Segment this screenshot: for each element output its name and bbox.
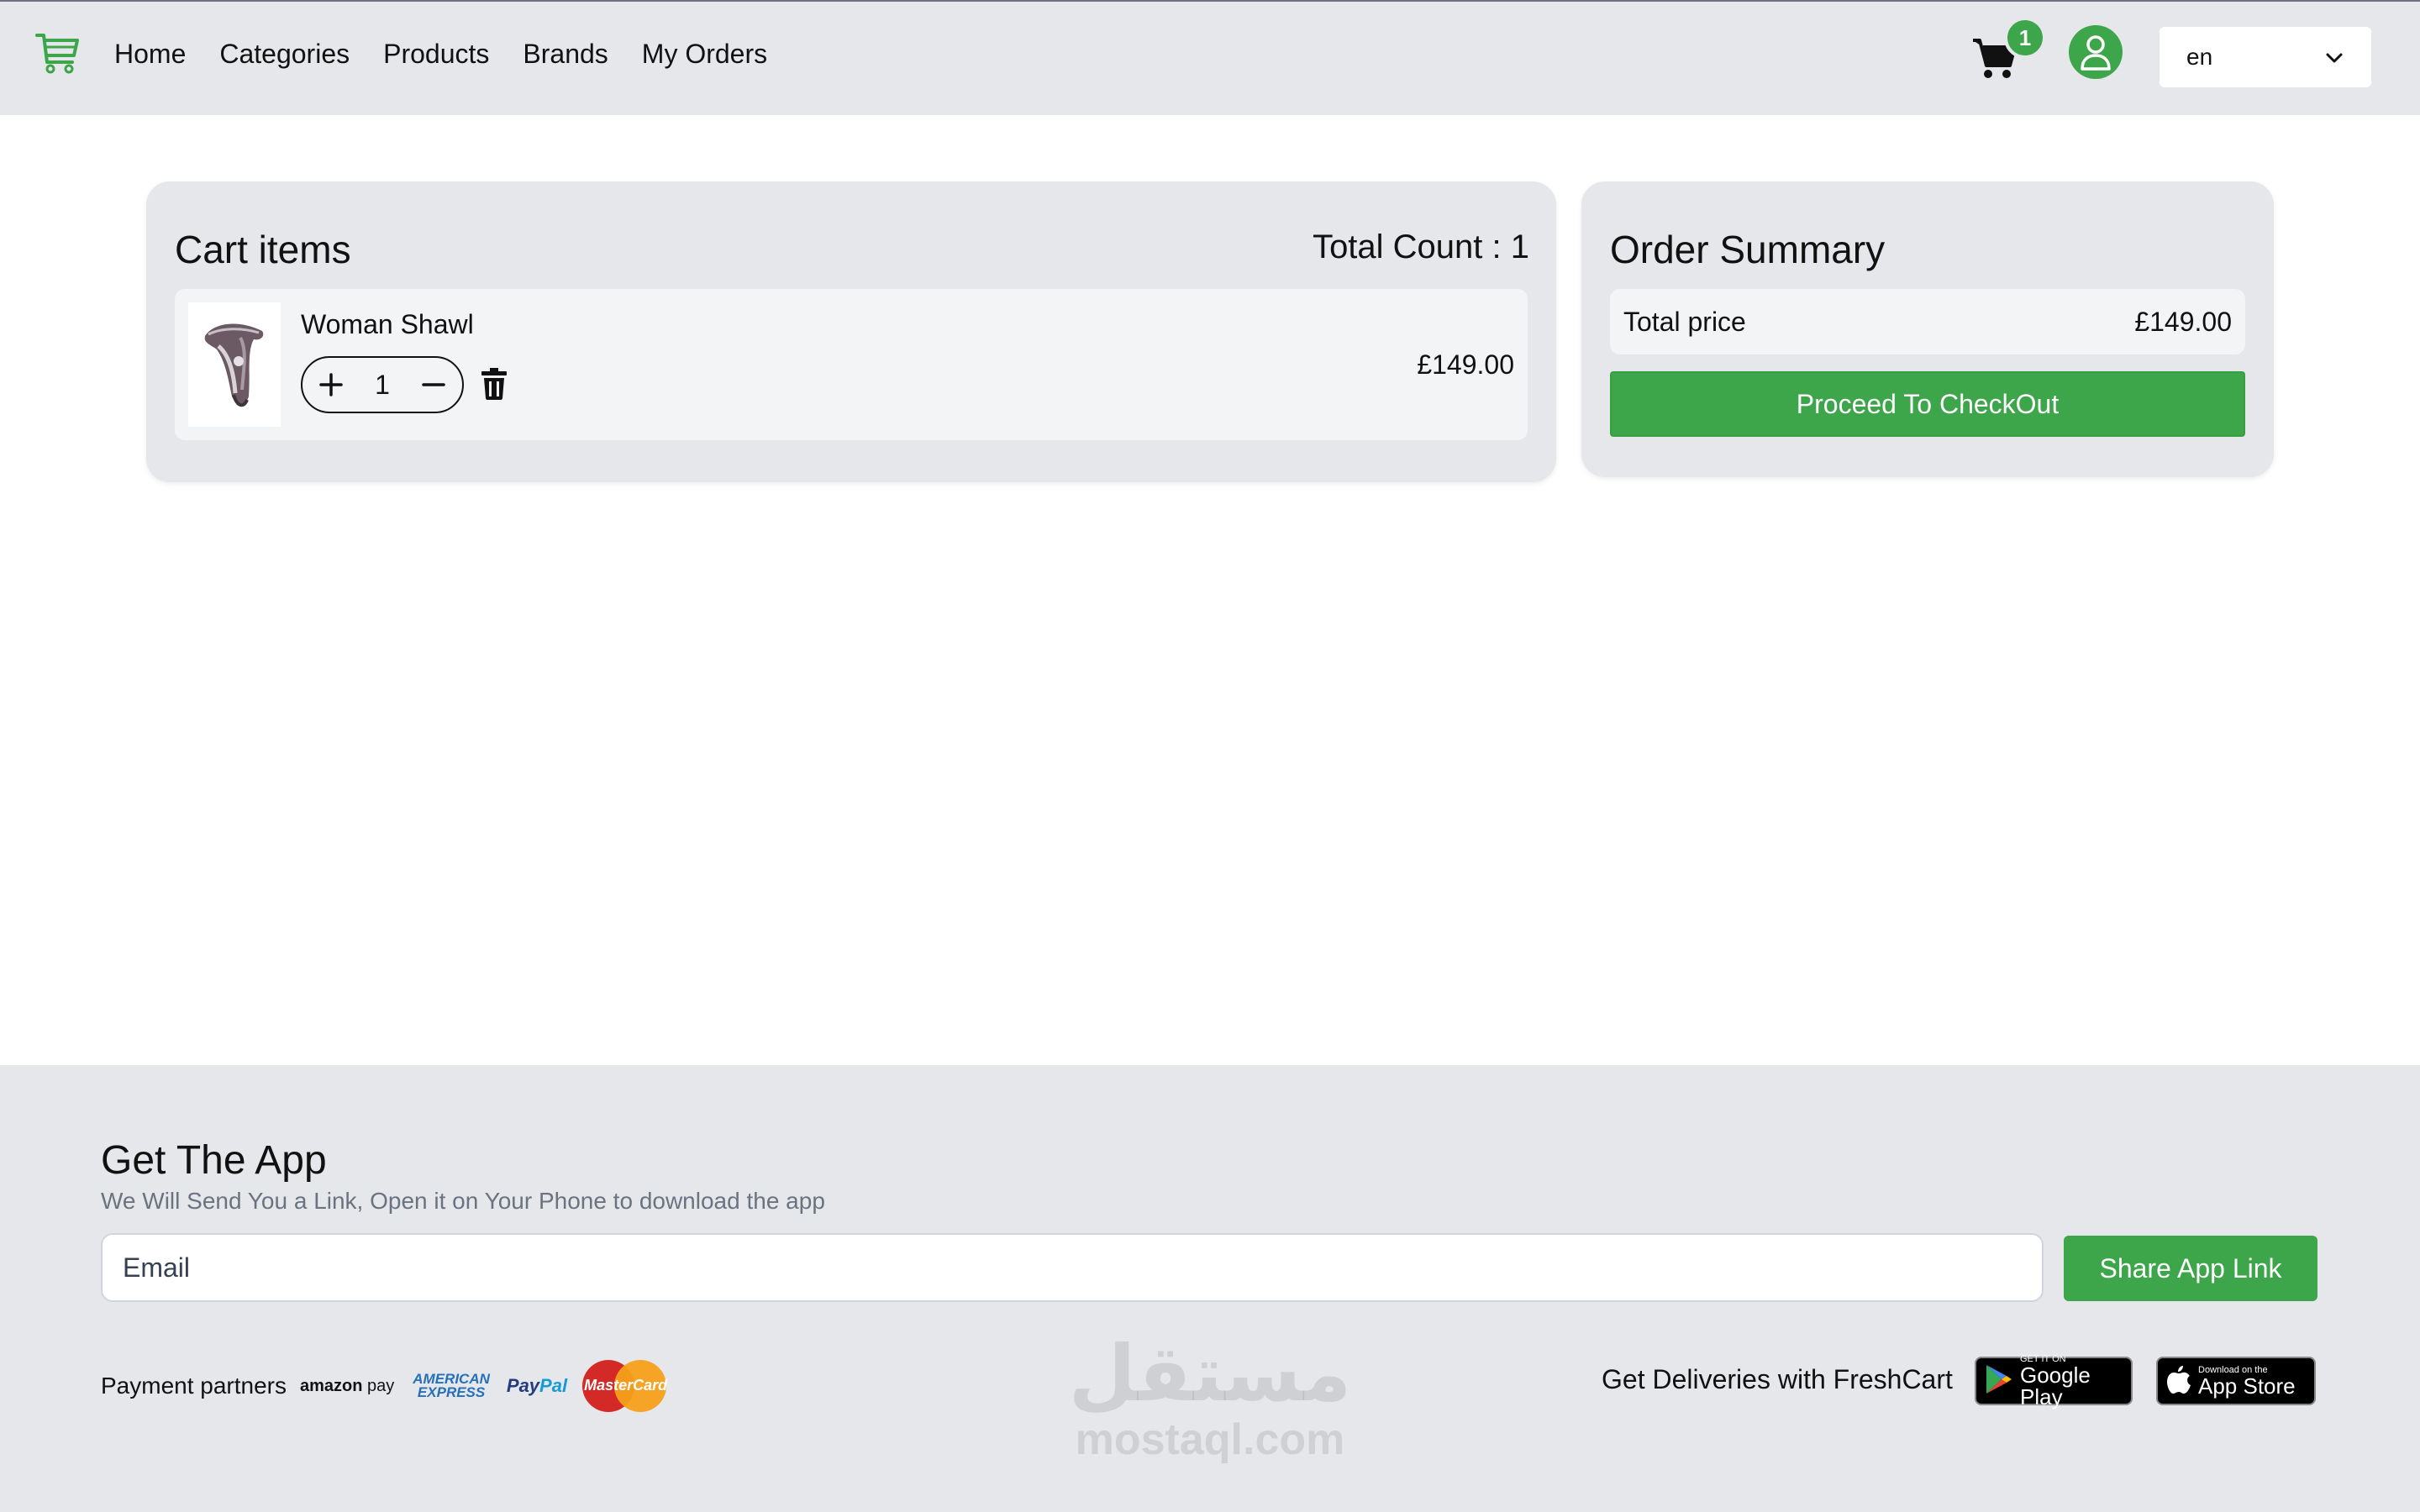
nav-links: Home Categories Products Brands My Order… [114,39,767,70]
nav-products[interactable]: Products [383,39,489,70]
product-image[interactable] [188,302,281,427]
google-play-big: Google Play [2020,1362,2091,1410]
amex-line-2: EXPRESS [417,1384,486,1400]
cart-title: Cart items [175,228,351,271]
email-field[interactable] [101,1233,2044,1302]
american-express-logo: AMERICAN EXPRESS [413,1372,490,1400]
cart-panel: Cart items Total Count : 1 Woman Shawl 1 [146,181,1556,482]
footer-subtitle: We Will Send You a Link, Open it on Your… [101,1188,825,1214]
total-price-value: £149.00 [2134,306,2232,337]
google-play-icon [1985,1363,2013,1399]
order-summary-panel: Order Summary Total price £149.00 Procee… [1581,181,2274,477]
share-app-link-button[interactable]: Share App Link [2064,1236,2317,1301]
mastercard-logo: MasterCard [582,1360,668,1412]
watermark-glyph: مستقل [1068,1331,1352,1417]
amazon-pay-logo-text: amazon [300,1376,363,1395]
navbar: Home Categories Products Brands My Order… [0,0,2420,115]
plus-icon[interactable] [314,368,348,402]
nav-categories[interactable]: Categories [219,39,350,70]
user-icon[interactable] [2069,25,2123,79]
quantity-stepper: 1 [301,356,464,413]
google-play-badge[interactable]: GET IT ON Google Play [1975,1354,2133,1410]
minus-icon[interactable] [417,368,450,402]
total-price-label: Total price [1623,306,1746,337]
language-select[interactable]: en [2160,27,2371,87]
product-name: Woman Shawl [301,309,474,339]
app-store-badge[interactable]: Download on the App Store [2156,1357,2316,1405]
payment-partners-label: Payment partners [101,1373,287,1399]
summary-title: Order Summary [1610,228,1886,271]
nav-home[interactable]: Home [114,39,186,70]
nav-my-orders[interactable]: My Orders [642,39,767,70]
paypal-logo: PayPal [507,1375,567,1397]
amazon-pay-logo-pay: pay [367,1376,395,1395]
trash-icon[interactable] [481,368,508,400]
cart-logo-icon[interactable] [34,30,81,77]
paypal-logo-pal: Pal [539,1375,568,1396]
cart-total-count: Total Count : 1 [1313,228,1529,265]
footer-title: Get The App [101,1138,327,1183]
app-store-big: App Store [2198,1373,2296,1399]
mastercard-logo-text: MasterCard [584,1377,668,1394]
cart-count-badge: 1 [2004,17,2046,59]
language-value: en [2186,44,2213,70]
amazon-pay-logo: amazon pay [300,1377,394,1396]
watermark: مستقل mostaql.com [1062,1334,1358,1485]
apple-icon [2166,1364,2191,1399]
watermark-url: mostaql.com [1075,1415,1345,1464]
total-price-row: Total price £149.00 [1610,289,2245,354]
chevron-down-icon [2324,47,2344,74]
product-price: £149.00 [1417,349,1514,380]
nav-brands[interactable]: Brands [523,39,608,70]
payment-partners: Payment partners amazon pay AMERICAN EXP… [101,1360,668,1412]
paypal-logo-pay: Pay [506,1375,540,1396]
cart-item: Woman Shawl 1 £149.00 [175,289,1528,440]
checkout-button[interactable]: Proceed To CheckOut [1610,371,2245,437]
quantity-value: 1 [375,369,390,400]
deliveries-label: Get Deliveries with FreshCart [1602,1364,1953,1394]
